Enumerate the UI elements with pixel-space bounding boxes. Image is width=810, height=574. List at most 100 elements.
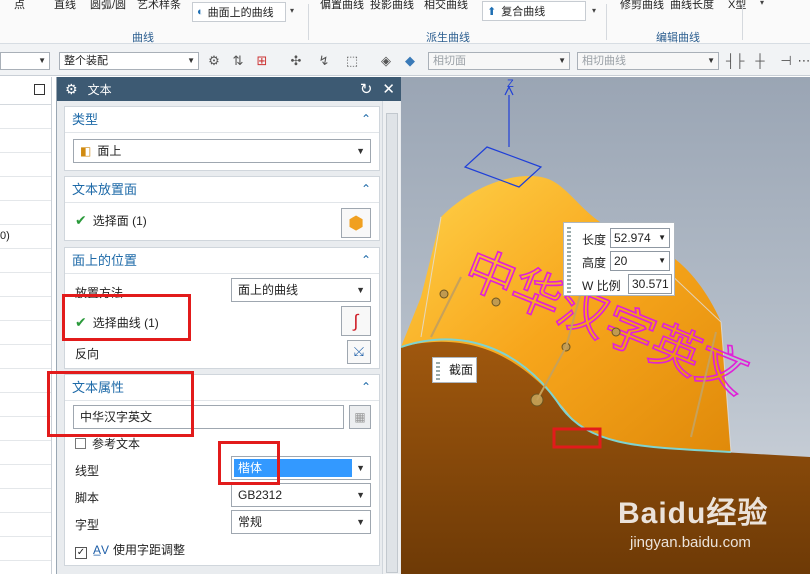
- kerning-checkbox[interactable]: ✓: [75, 547, 87, 559]
- ribbon-line[interactable]: 直线: [54, 0, 76, 12]
- height-field[interactable]: 20 ▼: [610, 251, 670, 271]
- reverse-direction-button[interactable]: ⤩: [347, 340, 371, 364]
- ribbon-more-icon-2[interactable]: ▾: [592, 6, 596, 15]
- list-item[interactable]: [0, 129, 51, 153]
- style-dropdown[interactable]: 常规 ▼: [231, 510, 371, 534]
- close-icon[interactable]: ✕: [382, 80, 395, 98]
- highlight-line-type: [218, 441, 280, 485]
- select-face-row[interactable]: ✔ 选择面 (1): [75, 212, 147, 229]
- list-item[interactable]: [0, 537, 51, 561]
- select-icon[interactable]: ⇅: [230, 53, 246, 69]
- placement-method-dropdown[interactable]: 面上的曲线 ▼: [231, 278, 371, 302]
- ribbon-intersect-curve[interactable]: 相交曲线: [424, 0, 468, 12]
- reset-icon[interactable]: ↻: [360, 80, 373, 98]
- length-field[interactable]: 52.974 ▼: [610, 228, 670, 248]
- kerning-row[interactable]: ✓ A̲V 使用字距调整: [75, 541, 185, 559]
- chevron-down-icon: ▼: [356, 463, 365, 473]
- list-item[interactable]: [0, 321, 51, 345]
- tangent-curve-combo[interactable]: 相切曲线 ▼: [577, 52, 719, 70]
- list-item[interactable]: [0, 105, 51, 129]
- ribbon-curve-length[interactable]: 曲线长度: [670, 0, 714, 12]
- list-item[interactable]: [0, 369, 51, 393]
- ribbon-trim-curve[interactable]: 修剪曲线: [620, 0, 664, 12]
- chevron-down-icon: ▼: [658, 233, 666, 242]
- grid-icon: ▦: [354, 410, 366, 424]
- type-dropdown[interactable]: ◧ 面上 ▼: [73, 139, 371, 163]
- ribbon-point[interactable]: 点: [14, 0, 25, 12]
- position-header[interactable]: 面上的位置 ⌃: [65, 248, 379, 274]
- curve-on-surface-button[interactable]: ◐ 曲面上的曲线: [192, 2, 286, 22]
- follow-chain-icon[interactable]: ┼: [752, 53, 768, 69]
- eraser-icon[interactable]: ◈: [378, 53, 394, 69]
- reference-text-row[interactable]: 参考文本: [75, 435, 140, 452]
- cube-icon[interactable]: ◆: [402, 53, 418, 69]
- chevron-down-icon: ▼: [707, 56, 715, 65]
- select-curve-button[interactable]: ∫: [341, 306, 371, 336]
- curve-icon: ∫: [353, 310, 359, 331]
- snap-icon[interactable]: ↯: [316, 53, 332, 69]
- ribbon-arc[interactable]: 圆弧/圆: [90, 0, 126, 12]
- w-ratio-field[interactable]: 30.571: [628, 274, 672, 294]
- list-item[interactable]: [0, 441, 51, 465]
- ribbon-project-curve[interactable]: 投影曲线: [370, 0, 414, 12]
- cube-icon: ⬢: [348, 212, 364, 233]
- placement-face-header[interactable]: 文本放置面 ⌃: [65, 177, 379, 203]
- list-item[interactable]: [0, 177, 51, 201]
- select-face-button[interactable]: ⬢: [341, 208, 371, 238]
- kerning-icon: A̲V: [93, 543, 110, 557]
- assembly-scope-combo[interactable]: 整个装配 ▼: [59, 52, 199, 70]
- script-value: GB2312: [238, 488, 283, 502]
- drag-grip[interactable]: [567, 227, 571, 293]
- list-item[interactable]: [0, 249, 51, 273]
- type-section-header[interactable]: 类型 ⌃: [65, 107, 379, 133]
- drag-grip[interactable]: [436, 362, 440, 380]
- more-tools-icon[interactable]: ⋯: [796, 53, 810, 69]
- chevron-down-icon: ▼: [38, 56, 46, 65]
- list-item[interactable]: [0, 153, 51, 177]
- list-item[interactable]: [0, 273, 51, 297]
- script-dropdown[interactable]: GB2312 ▼: [231, 483, 371, 507]
- scrollbar-thumb[interactable]: [386, 113, 398, 573]
- type-dropdown-value: 面上: [97, 144, 122, 158]
- list-item[interactable]: [0, 465, 51, 489]
- text-options-button[interactable]: ▦: [349, 405, 371, 429]
- style-label: 字型: [75, 518, 100, 532]
- w-ratio-label: W 比例: [582, 279, 621, 293]
- ribbon-expand-icon[interactable]: ▾: [760, 0, 764, 7]
- reference-text-checkbox[interactable]: [75, 438, 86, 449]
- vertex-icon[interactable]: ✣: [288, 53, 304, 69]
- handle-point: [611, 327, 621, 337]
- tangent-face-combo[interactable]: 相切面 ▼: [428, 52, 570, 70]
- ribbon-offset-curve[interactable]: 偏置曲线: [320, 0, 364, 12]
- maximize-icon[interactable]: [34, 84, 45, 95]
- curve-on-surface-label: 曲面上的曲线: [207, 7, 274, 19]
- list-item[interactable]: 0): [0, 225, 51, 249]
- ribbon-spline[interactable]: 艺术样条: [137, 0, 181, 12]
- snap-point-icon[interactable]: ⊞: [254, 53, 270, 69]
- chevron-up-icon: ⌃: [360, 182, 371, 196]
- list-item-text: 0): [0, 230, 10, 242]
- list-item[interactable]: [0, 297, 51, 321]
- ribbon-separator: [308, 4, 309, 40]
- link-icon[interactable]: ⚙: [206, 53, 222, 69]
- list-item[interactable]: [0, 201, 51, 225]
- stop-at-intersect-icon[interactable]: ┤├: [726, 53, 744, 69]
- chevron-down-icon: ▼: [558, 56, 566, 65]
- list-item[interactable]: [0, 513, 51, 537]
- ribbon-more-icon[interactable]: ▾: [290, 6, 294, 15]
- list-item[interactable]: [0, 345, 51, 369]
- type-filter-combo[interactable]: ▼: [0, 52, 50, 70]
- reverse-arrows-icon: ⤩: [353, 344, 365, 359]
- chain-icon[interactable]: ⊣: [778, 53, 794, 69]
- composite-curve-button[interactable]: ⬆ 复合曲线: [482, 1, 586, 21]
- dialog-scrollbar[interactable]: [382, 101, 400, 574]
- list-item[interactable]: [0, 417, 51, 441]
- list-item[interactable]: [0, 393, 51, 417]
- group-edit-curve: 编辑曲线: [656, 32, 700, 44]
- list-item[interactable]: [0, 489, 51, 513]
- chevron-up-icon: ⌃: [360, 253, 371, 267]
- section-label: 截面: [449, 363, 474, 377]
- ribbon-x-form[interactable]: X型: [728, 0, 746, 12]
- section-label-box[interactable]: 截面: [432, 357, 477, 383]
- rectangle-select-icon[interactable]: ⬚: [344, 53, 360, 69]
